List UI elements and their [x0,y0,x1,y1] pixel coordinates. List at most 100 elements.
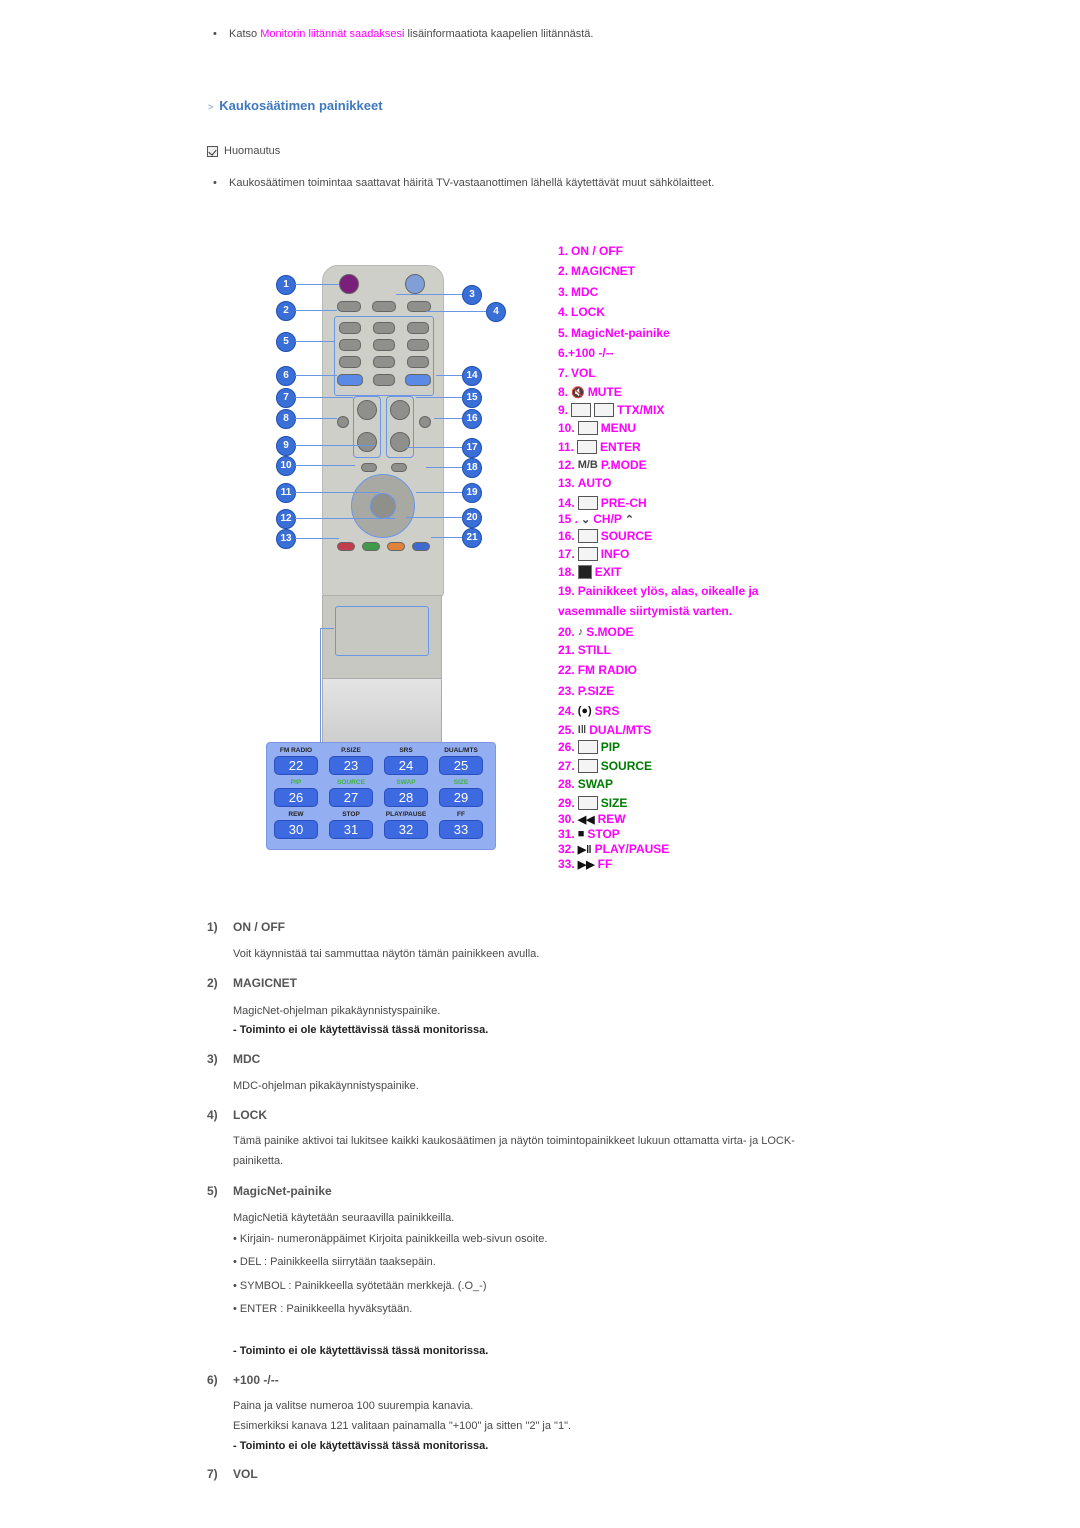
legend-item: 28. SWAP [558,777,613,791]
key [407,356,429,368]
bullet: • [213,28,217,40]
legend-item: 33. ▶▶ FF [558,857,612,871]
leader-line [295,397,353,398]
lower-keys-frame [335,606,429,656]
intro-line: • Katso Monitorin liitännät saadaksesi li… [213,28,593,40]
key-number: 30 [274,820,318,839]
monitor-connections-link[interactable]: Monitorin liitännät saadaksesi [260,28,404,40]
legend-num: 32. [558,842,575,856]
leader-line [436,375,462,376]
note-text: Kaukosäätimen toimintaa saattavat häirit… [229,177,715,189]
checkbox-note-icon [207,145,218,157]
key-cell: PLAY/PAUSE 32 [380,810,432,839]
callout-badge: 17 [462,438,482,458]
legend-num: 25. [558,723,575,737]
rewind-icon: ◀◀ [577,813,595,826]
legend-item: 3. MDC [558,285,598,299]
arrow-icon: > [208,102,214,112]
key-number: 29 [439,788,483,807]
callout-badge: 14 [462,366,482,386]
desc-list-item: • ENTER : Painikkeella hyväksytään. [233,1303,413,1315]
key-cell: P.SIZE 23 [325,746,377,775]
legend-label: REW [597,812,626,826]
key-label: STOP [342,811,360,818]
legend-num: 13. [558,476,575,490]
leader-line [295,310,337,311]
teletext-icon [571,403,592,417]
key [373,356,395,368]
legend-num: 28. [558,777,575,791]
power-button [339,274,359,294]
ttx-btn [361,463,377,472]
leader-line [295,341,335,342]
srs-icon: (●) [577,705,592,717]
leader-line [295,284,339,285]
legend-num: 8. [558,385,569,399]
legend-item: 7. VOL [558,366,596,380]
legend-label: Painikkeet ylös, alas, oikealle ja [577,584,759,598]
leader-line [426,311,486,312]
callout-badge: 18 [462,458,482,478]
legend-num: 22. [558,663,575,677]
legend-label: MDC [571,285,599,299]
legend-label: MagicNet-painike [571,326,670,340]
enter-center [370,493,396,519]
legend-label: AUTO [577,476,612,490]
leader-line [295,538,339,539]
fast-forward-icon: ▶▶ [577,858,595,871]
legend-num: 27. [558,759,575,773]
key-cell: FF 33 [435,810,487,839]
desc-num: 2) [207,976,218,990]
legend-item: 27. SOURCE [558,759,652,773]
key-label: FF [457,811,465,818]
legend-label: SIZE [600,796,628,810]
legend-item: 4. LOCK [558,305,605,319]
legend-num: 1. [558,244,569,258]
legend-item: 16. SOURCE [558,529,652,543]
legend-label: STOP [587,827,620,841]
key-cell: SRS 24 [380,746,432,775]
legend-num: 15 . [558,512,579,526]
leader-line [406,517,462,518]
legend-label: STILL [577,643,612,657]
leader-line [434,418,462,419]
legend-item: 22. FM RADIO [558,663,637,677]
desc-num: 4) [207,1108,218,1122]
key-number: 22 [274,756,318,775]
key-number: 25 [439,756,483,775]
legend-num: 19. [558,584,575,598]
remote-lower-keys [322,595,442,679]
desc-text: MagicNetiä käytetään seuraavilla painikk… [233,1212,455,1224]
callout-badge: 8 [276,409,296,429]
legend-item: 20. ♪ S.MODE [558,625,634,639]
size-icon [577,796,598,810]
section-title: > Kaukosäätimen painikkeet [208,98,383,113]
leader-line [416,397,462,398]
key-number: 33 [439,820,483,839]
exit-icon [577,565,592,579]
play-pause-icon: ▶‖ [577,843,592,856]
leader-line [295,465,355,466]
legend-item: 31. ■ STOP [558,827,620,841]
callout-badge: 21 [462,528,482,548]
desc-warning: - Toiminto ei ole käytettävissä tässä mo… [233,1440,489,1452]
legend-label: PRE-CH [600,496,647,510]
leader-line [320,628,334,629]
legend-label: INFO [600,547,630,561]
chevron-up-icon: ⌃ [624,513,635,526]
legend-label: SOURCE [600,759,653,773]
desc-title: +100 -/-- [233,1373,279,1387]
desc-title: VOL [233,1467,258,1481]
desc-title: MagicNet-painike [233,1184,332,1198]
leader-line [406,447,462,448]
legend-label: ON / OFF [571,244,624,258]
key-label: REW [288,811,304,818]
legend-label: PLAY/PAUSE [594,842,670,856]
legend-label: CH/P [593,512,622,526]
legend-item: 29. SIZE [558,796,627,810]
note-text-line: • Kaukosäätimen toimintaa saattavat häiri… [213,177,714,189]
legend-label: FF [597,857,613,871]
desc-num: 6) [207,1373,218,1387]
chevron-down-icon: ⌄ [581,513,591,526]
legend-label: EXIT [594,565,622,579]
